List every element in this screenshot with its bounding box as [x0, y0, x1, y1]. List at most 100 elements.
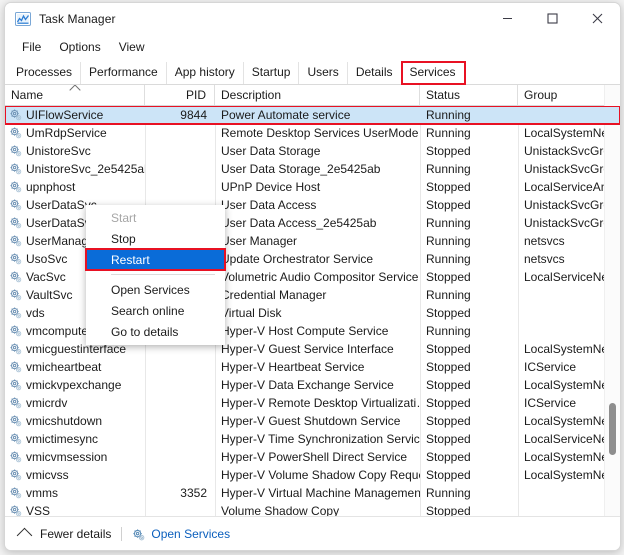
table-row[interactable]: vmicvmsession Hyper-V PowerShell Direct S…: [5, 448, 620, 466]
cell-status-value: Stopped: [426, 378, 471, 392]
table-row[interactable]: UnistoreSvc User Data Storage Stopped Unist…: [5, 142, 620, 160]
service-name-label: vmicheartbeat: [26, 360, 102, 374]
table-row[interactable]: VSS Volume Shadow Copy Stopped: [5, 502, 620, 516]
cell-name: upnphost: [5, 180, 145, 194]
cell-status-value: Stopped: [426, 504, 471, 516]
open-services-link[interactable]: Open Services: [151, 527, 230, 541]
cell-status-value: Stopped: [426, 450, 471, 464]
menu-view[interactable]: View: [110, 37, 154, 57]
cell-description-value: User Manager: [221, 234, 298, 248]
window-title: Task Manager: [39, 11, 116, 26]
tab-details[interactable]: Details: [348, 62, 402, 84]
table-row[interactable]: UIFlowService 9844 Power Automate service R…: [5, 106, 620, 125]
table-row[interactable]: UmRdpService Remote Desktop Services User…: [5, 124, 620, 142]
tab-startup[interactable]: Startup: [244, 62, 300, 84]
service-name-label: vmictimesync: [26, 432, 99, 446]
column-header-description[interactable]: Description: [215, 85, 420, 105]
close-button[interactable]: [575, 3, 620, 34]
column-header-name[interactable]: Name: [5, 85, 145, 105]
cell-group-value: LocalSystemNe…: [524, 342, 608, 356]
tab-users[interactable]: Users: [299, 62, 348, 84]
context-menu-item-restart[interactable]: Restart: [85, 248, 226, 271]
cell-description-value: Hyper-V Guest Shutdown Service: [221, 414, 401, 428]
cell-status-value: Running: [426, 216, 471, 230]
column-header-status[interactable]: Status: [420, 85, 518, 105]
service-gear-icon: [9, 324, 23, 338]
cell-group-value: LocalSystemNe…: [524, 126, 608, 140]
cell-name: vmicrdv: [5, 396, 145, 410]
service-name-label: vmicvmsession: [26, 450, 108, 464]
cell-description-value: User Data Storage: [221, 144, 321, 158]
cell-description-value: Update Orchestrator Service: [221, 252, 374, 266]
menu-options[interactable]: Options: [50, 37, 109, 57]
scrollbar-thumb[interactable]: [609, 403, 616, 455]
cell-description-value: Hyper-V Guest Service Interface: [221, 342, 394, 356]
cell-description-value: Hyper-V Heartbeat Service: [221, 360, 365, 374]
column-header-group[interactable]: Group: [518, 85, 608, 105]
context-menu-item-go-to-details[interactable]: Go to details: [86, 321, 225, 342]
window-controls: [485, 3, 620, 34]
service-name-label: VacSvc: [26, 270, 66, 284]
table-row[interactable]: vmictimesync Hyper-V Time Synchronization…: [5, 430, 620, 448]
service-gear-icon: [9, 198, 23, 212]
context-menu-item-open-services[interactable]: Open Services: [86, 279, 225, 300]
table-row[interactable]: vmicrdv Hyper-V Remote Desktop Virtualiza…: [5, 394, 620, 412]
service-gear-icon: [9, 108, 23, 122]
menu-file[interactable]: File: [13, 37, 50, 57]
cell-pid-value: 3352: [180, 486, 207, 500]
cell-group-value: UnistackSvcGro…: [524, 162, 608, 176]
cell-status-value: Running: [426, 288, 471, 302]
service-gear-icon: [9, 162, 23, 176]
service-name-label: UnistoreSvc_2e5425ab: [26, 162, 145, 176]
cell-description-value: Hyper-V PowerShell Direct Service: [221, 450, 408, 464]
tab-performance[interactable]: Performance: [81, 62, 167, 84]
cell-group-value: UnistackSvcGro…: [524, 144, 608, 158]
context-menu-item-stop[interactable]: Stop: [86, 228, 225, 249]
fewer-details-button[interactable]: Fewer details: [40, 527, 111, 541]
service-gear-icon: [9, 144, 23, 158]
service-name-label: UsoSvc: [26, 252, 68, 266]
tab-services[interactable]: Services: [400, 61, 466, 85]
cell-group-value: LocalServiceAn…: [524, 180, 608, 194]
service-context-menu: Start Stop Restart Open Services Search onli…: [85, 205, 226, 345]
task-manager-screenshot: Task Manager File Options View Processes…: [0, 0, 624, 555]
cell-name: vmictimesync: [5, 432, 145, 446]
cell-status-value: Running: [426, 108, 471, 122]
tab-app-history[interactable]: App history: [167, 62, 244, 84]
maximize-button[interactable]: [530, 3, 575, 34]
service-name-label: VSS: [26, 504, 51, 516]
cell-group-value: ICService: [524, 396, 577, 410]
status-bar: Fewer details Open Services: [5, 516, 620, 550]
service-name-label: VaultSvc: [26, 288, 73, 302]
cell-status-value: Stopped: [426, 360, 471, 374]
tab-bar: Processes Performance App history Startup Us…: [5, 59, 620, 85]
cell-name: UnistoreSvc: [5, 144, 145, 158]
service-name-label: upnphost: [26, 180, 76, 194]
cell-group-value: netsvcs: [524, 252, 565, 266]
table-row[interactable]: upnphost UPnP Device Host Stopped LocalServ…: [5, 178, 620, 196]
minimize-button[interactable]: [485, 3, 530, 34]
table-row[interactable]: vmms 3352 Hyper-V Virtual Machine Manageme…: [5, 484, 620, 502]
menu-bar: File Options View: [5, 34, 620, 59]
context-menu-item-search-online[interactable]: Search online: [86, 300, 225, 321]
service-gear-icon: [9, 180, 23, 194]
table-row[interactable]: vmickvpexchange Hyper-V Data Exchange Ser…: [5, 376, 620, 394]
cell-status-value: Stopped: [426, 144, 471, 158]
column-header-pid[interactable]: PID: [145, 85, 215, 105]
service-name-label: vmicshutdown: [26, 414, 103, 428]
cell-description-value: Hyper-V Volume Shadow Copy Reque…: [221, 468, 420, 482]
cell-status-value: Running: [426, 324, 471, 338]
service-gear-icon: [9, 288, 23, 302]
cell-description-value: Hyper-V Data Exchange Service: [221, 378, 394, 392]
service-gear-icon: [9, 306, 23, 320]
table-row[interactable]: UnistoreSvc_2e5425ab User Data Storage_2e…: [5, 160, 620, 178]
tab-processes[interactable]: Processes: [8, 62, 82, 84]
cell-name: UmRdpService: [5, 126, 145, 140]
vertical-scrollbar[interactable]: [604, 85, 620, 516]
statusbar-divider: [121, 526, 123, 541]
table-row[interactable]: vmicvss Hyper-V Volume Shadow Copy Reque……: [5, 466, 620, 484]
cell-status-value: Stopped: [426, 198, 471, 212]
table-row[interactable]: vmicshutdown Hyper-V Guest Shutdown Servi…: [5, 412, 620, 430]
table-row[interactable]: vmicheartbeat Hyper-V Heartbeat Service St…: [5, 358, 620, 376]
chevron-up-icon[interactable]: [16, 527, 33, 544]
